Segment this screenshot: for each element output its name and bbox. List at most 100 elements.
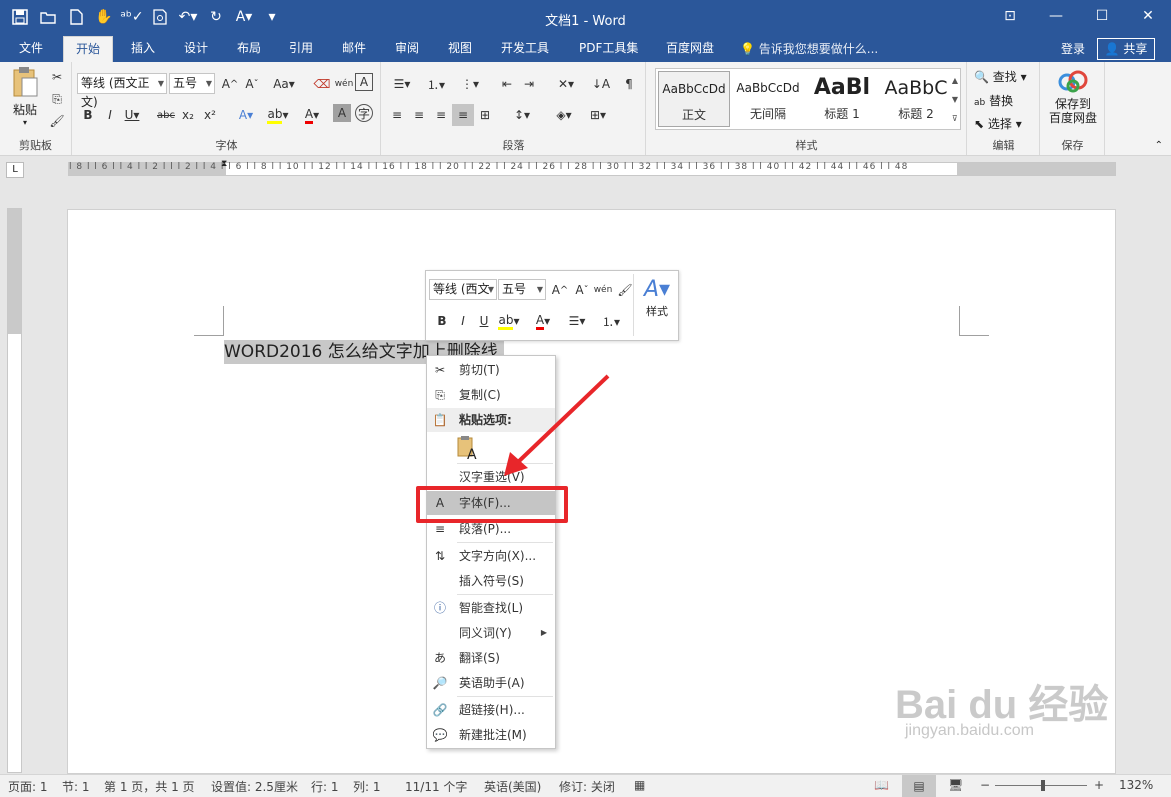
horizontal-ruler[interactable]: l 8 l l 6 l l 4 l l 2 l l l 2 l l 4 l l … [68,159,1116,176]
vertical-ruler[interactable] [7,208,22,773]
minimize-button[interactable]: — [1033,0,1079,32]
status-position[interactable]: 设置值: 2.5厘米 [211,778,298,795]
menu-item-hyperlink[interactable]: 🔗 超链接(H)... [427,698,555,722]
menu-item-synonyms[interactable]: 同义词(Y) ▶ [427,621,555,645]
distributed-icon[interactable]: ⊞ [474,104,496,126]
align-right-icon[interactable]: ≡ [430,104,452,126]
font-name-dropdown[interactable]: 等线 (西文正文) ▼ [77,73,167,109]
italic-icon[interactable]: I [99,104,121,126]
justify-icon[interactable]: ≡ [452,104,474,126]
ribbon-options-button[interactable]: ⊡ [987,0,1033,32]
paste-button[interactable]: 粘贴 ▾ [8,66,42,128]
mini-styles-button[interactable]: A▾ 样式 [638,277,676,319]
tab-insert[interactable]: 插入 [129,36,157,62]
mini-italic-icon[interactable]: I [452,310,474,332]
borders-icon[interactable]: ⊞▾ [582,104,614,126]
menu-item-translate[interactable]: あ 翻译(S) [427,646,555,670]
zoom-level[interactable]: 132% [1119,778,1153,792]
underline-icon[interactable]: U▾ [121,104,143,126]
tab-selector[interactable]: L [6,162,24,178]
tab-view[interactable]: 视图 [446,36,474,62]
change-case-icon[interactable]: Aa▾ [269,73,299,95]
status-section[interactable]: 节: 1 [62,778,90,795]
menu-item-smart-lookup[interactable]: ⓘ 智能查找(L) [427,596,555,620]
subscript-icon[interactable]: x₂ [177,104,199,126]
mini-font-color-icon[interactable]: A ▾ [528,310,558,332]
styles-scroll[interactable]: ▲ ▼ ⊽ [952,71,958,128]
highlight-icon[interactable]: ab ▾ [263,104,293,126]
tab-home[interactable]: 开始 [63,36,114,62]
strikethrough-icon[interactable]: abc [155,104,177,126]
show-marks-icon[interactable]: ¶ [618,73,640,95]
mini-grow-font-icon[interactable]: A ^ [549,279,571,301]
mini-shrink-font-icon[interactable]: Aˇ [571,279,593,301]
style-heading-2[interactable]: AaBbC 标题 2 [880,71,952,127]
sort-icon[interactable]: ↓A [590,73,612,95]
tab-review[interactable]: 审阅 [393,36,421,62]
read-mode-icon[interactable]: 📖 [874,778,889,792]
align-left-icon[interactable]: ≡ [386,104,408,126]
tell-me-box[interactable]: 💡 告诉我您想要做什么... [740,40,878,57]
mini-phonetic-icon[interactable]: wén [592,279,614,301]
tab-file[interactable]: 文件 [17,36,45,62]
tab-layout[interactable]: 布局 [235,36,263,62]
indent-marker[interactable]: ⧗ [221,159,227,169]
mini-bullets-icon[interactable]: ☰▾ [562,310,592,332]
mini-numbering-icon[interactable]: ⒈▾ [596,310,626,332]
mini-underline-icon[interactable]: U [473,310,495,332]
select-button[interactable]: ⬉ 选择 ▾ [974,115,1022,132]
status-word-count[interactable]: 11/11 个字 [405,778,467,795]
zoom-slider-thumb[interactable] [1041,780,1045,791]
text-effects-icon[interactable]: A▾ [231,104,261,126]
decrease-indent-icon[interactable]: ⇤ [496,73,518,95]
mini-size-dropdown[interactable]: 五号 ▼ [498,279,546,300]
login-link[interactable]: 登录 [1061,40,1085,57]
enclose-character-icon[interactable]: 字 [355,104,373,122]
increase-indent-icon[interactable]: ⇥ [518,73,540,95]
shrink-font-icon[interactable]: Aˇ [241,73,263,95]
tab-pdf-tools[interactable]: PDF工具集 [577,36,640,62]
clear-format-icon[interactable]: ⌫ [311,73,333,95]
collapse-ribbon-icon[interactable]: ⌃ [1155,140,1163,151]
style-normal[interactable]: AaBbCcDd 正文 [658,71,730,127]
chinese-layout-icon[interactable]: ✕▾ [550,73,582,95]
menu-item-text-direction[interactable]: ⇅ 文字方向(X)... [427,544,555,568]
tab-design[interactable]: 设计 [182,36,210,62]
tab-developer[interactable]: 开发工具 [499,36,551,62]
zoom-out-button[interactable]: − [980,778,990,792]
shading-icon[interactable]: ◈▾ [548,104,580,126]
print-layout-icon[interactable]: ▤ [902,775,936,797]
tab-references[interactable]: 引用 [287,36,315,62]
menu-item-new-comment[interactable]: 💬 新建批注(M) [427,723,555,747]
macro-record-icon[interactable]: ▦ [634,778,645,792]
maximize-button[interactable]: ☐ [1079,0,1125,32]
copy-icon[interactable]: ⎘ [46,88,68,110]
font-size-dropdown[interactable]: 五号 ▼ [169,73,215,94]
status-language[interactable]: 英语(美国) [484,778,541,795]
find-button[interactable]: 🔍 查找 ▾ [974,68,1027,85]
character-shading-icon[interactable]: A [333,104,351,122]
zoom-in-button[interactable]: + [1094,778,1104,792]
font-color-icon[interactable]: A ▾ [297,104,327,126]
superscript-icon[interactable]: x² [199,104,221,126]
cut-icon[interactable]: ✂ [46,66,68,88]
status-track-changes[interactable]: 修订: 关闭 [559,778,615,795]
menu-item-english-assistant[interactable]: 🔎 英语助手(A) [427,671,555,695]
status-line[interactable]: 行: 1 [311,778,339,795]
save-to-baidu-button[interactable]: 保存到 百度网盘 [1043,68,1103,125]
tab-baidu-netdisk[interactable]: 百度网盘 [664,36,716,62]
web-layout-icon[interactable]: 🖥 [948,778,963,792]
align-center-icon[interactable]: ≡ [408,104,430,126]
status-page[interactable]: 页面: 1 [8,778,48,795]
style-no-spacing[interactable]: AaBbCcDd 无间隔 [732,71,804,127]
bullets-icon[interactable]: ☰▾ [386,73,418,95]
phonetic-guide-icon[interactable]: wén [333,73,355,95]
status-column[interactable]: 列: 1 [353,778,381,795]
close-button[interactable]: ✕ [1125,0,1171,32]
mini-bold-icon[interactable]: B [431,310,453,332]
bold-icon[interactable]: B [77,104,99,126]
multilevel-list-icon[interactable]: ⋮▾ [454,73,486,95]
numbering-icon[interactable]: ⒈▾ [420,73,452,95]
mini-font-dropdown[interactable]: 等线 (西文 ▼ [429,279,497,300]
format-painter-icon[interactable]: 🖌 [46,110,68,132]
